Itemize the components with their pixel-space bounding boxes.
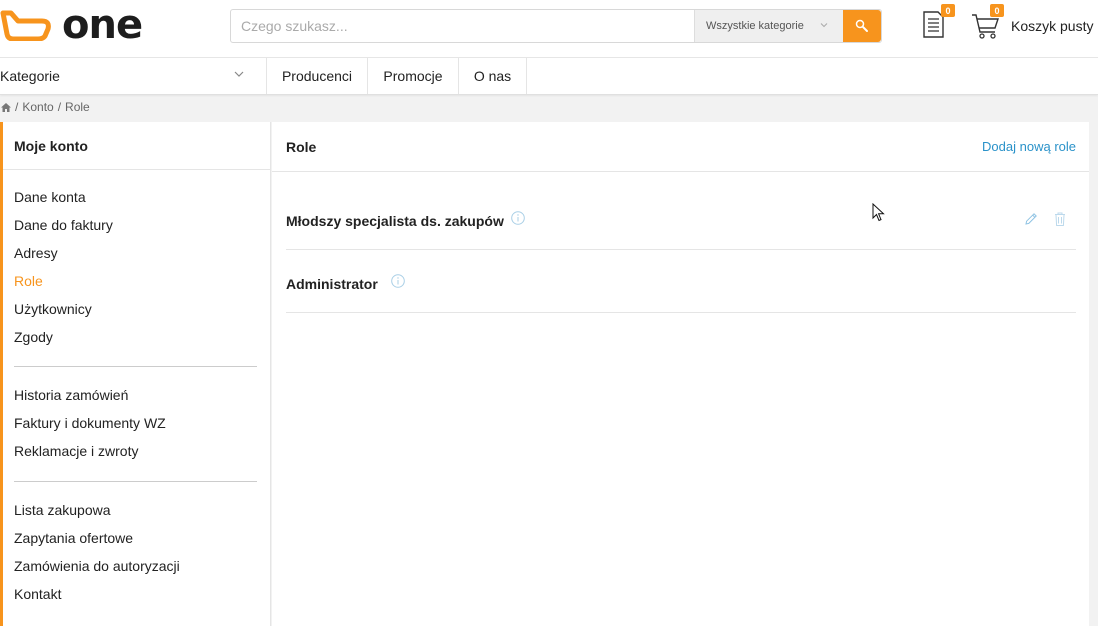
category-select-label: Wszystkie kategorie [706,20,804,32]
info-icon[interactable] [391,274,405,288]
sidebar-item-reklamacje[interactable]: Reklamacje i zwroty [14,437,270,465]
sidebar-divider [14,481,257,482]
sidebar-item-kontakt[interactable]: Kontakt [14,580,270,608]
sidebar-item-role[interactable]: Role [14,267,270,295]
home-icon[interactable] [0,102,12,113]
page-margin [1089,122,1098,626]
sidebar-item-uzytkownicy[interactable]: Użytkownicy [14,295,270,323]
account-sidebar: Moje konto Dane konta Dane do faktury Ad… [0,122,271,626]
search-bar: Wszystkie kategorie [230,9,882,43]
sidebar-item-historia-zamowien[interactable]: Historia zamówień [14,381,270,409]
roles-panel: Role Dodaj nową role Młodszy specjalista… [272,122,1089,626]
role-row: Młodszy specjalista ds. zakupów [286,187,1076,250]
sidebar-item-dane-do-faktury[interactable]: Dane do faktury [14,211,270,239]
search-button[interactable] [843,10,881,42]
page-title: Role [286,138,317,155]
sidebar-group-tools: Lista zakupowa Zapytania ofertowe Zamówi… [3,496,270,608]
brand-name: one [62,2,143,48]
categories-dropdown[interactable]: Kategorie [0,58,267,94]
sidebar-item-faktury[interactable]: Faktury i dokumenty WZ [14,409,270,437]
categories-label: Kategorie [0,68,60,84]
sidebar-divider [14,366,257,367]
cart-button[interactable]: 0 Koszyk pusty [970,4,1094,42]
info-icon[interactable] [511,211,525,225]
documents-button[interactable]: 0 [921,4,955,40]
add-role-link[interactable]: Dodaj nową role [982,139,1076,154]
main-nav: Kategorie Producenci Promocje O nas [0,58,1098,95]
category-select[interactable]: Wszystkie kategorie [694,10,843,42]
sidebar-item-lista-zakupowa[interactable]: Lista zakupowa [14,496,270,524]
breadcrumb: / Konto / Role [0,100,94,114]
chevron-down-icon [234,71,244,77]
search-icon [855,19,868,32]
role-row: Administrator [286,250,1076,313]
edit-pencil-icon[interactable] [1023,211,1039,227]
role-name: Młodszy specjalista ds. zakupów [286,213,504,229]
cart-label: Koszyk pusty [1011,17,1094,34]
documents-badge: 0 [941,4,955,17]
search-input[interactable] [231,10,694,42]
sidebar-group-account: Dane konta Dane do faktury Adresy Role U… [3,183,270,351]
sidebar-item-zamowienia-do-autoryzacji[interactable]: Zamówienia do autoryzacji [14,552,270,580]
role-name: Administrator [286,276,378,292]
logo[interactable]: one [0,2,143,48]
chevron-down-icon [820,23,828,28]
mouse-cursor-icon [872,203,885,222]
breadcrumb-konto[interactable]: Konto [22,100,53,114]
header: one Wszystkie kategorie 0 [0,0,1098,58]
logo-mark-icon [0,10,51,41]
sidebar-item-zapytania-ofertowe[interactable]: Zapytania ofertowe [14,524,270,552]
trash-icon[interactable] [1052,211,1068,227]
cart-badge: 0 [990,4,1004,17]
breadcrumb-role: Role [65,100,90,114]
breadcrumb-separator: / [15,100,19,114]
breadcrumb-separator: / [57,100,62,114]
sidebar-title: Moje konto [3,122,270,170]
roles-panel-header: Role Dodaj nową role [272,122,1089,172]
sidebar-item-adresy[interactable]: Adresy [14,239,270,267]
nav-item-producenci[interactable]: Producenci [267,58,368,94]
sidebar-group-orders: Historia zamówień Faktury i dokumenty WZ… [3,381,270,465]
sidebar-item-zgody[interactable]: Zgody [14,323,270,351]
nav-item-o-nas[interactable]: O nas [459,58,527,94]
sidebar-item-dane-konta[interactable]: Dane konta [14,183,270,211]
nav-item-promocje[interactable]: Promocje [368,58,459,94]
